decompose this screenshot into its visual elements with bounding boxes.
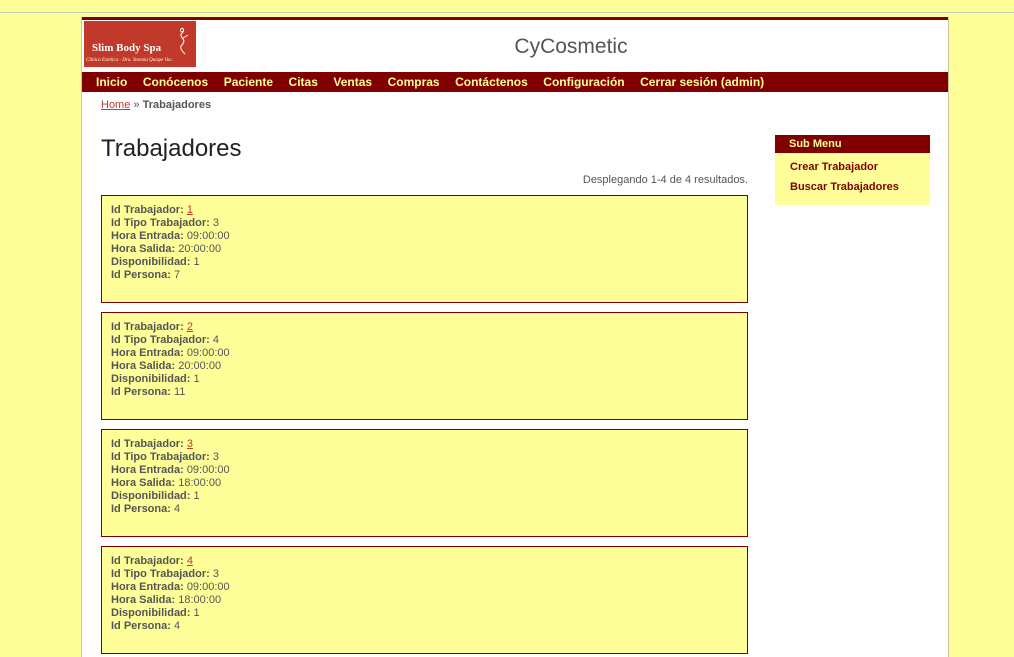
worker-card: Id Trabajador: 4 Id Tipo Trabajador: 3 H… (101, 546, 748, 654)
field-label: Hora Entrada: (111, 464, 184, 476)
search-workers-link[interactable]: Buscar Trabajadores (775, 177, 930, 197)
worker-card: Id Trabajador: 3 Id Tipo Trabajador: 3 H… (101, 429, 748, 537)
menu-item-ventas[interactable]: Ventas (333, 72, 372, 92)
menu-item-contactenos[interactable]: Contáctenos (455, 72, 528, 92)
sub-menu-title: Sub Menu (775, 135, 930, 153)
menu-item-inicio[interactable]: Inicio (96, 72, 127, 92)
field-value: 09:00:00 (186, 581, 230, 593)
menu-item-compras[interactable]: Compras (388, 72, 440, 92)
breadcrumb: Home » Trabajadores (101, 99, 211, 111)
logo-name: Slim Body Spa (92, 42, 162, 54)
woman-silhouette-icon (180, 27, 189, 55)
field-value: 18:00:00 (178, 477, 222, 489)
main-menu: Inicio Conócenos Paciente Citas Ventas C… (82, 72, 948, 92)
page-title: Trabajadores (101, 135, 242, 162)
field-value: 4 (173, 620, 181, 632)
field-value: 4 (212, 334, 219, 346)
create-worker-link[interactable]: Crear Trabajador (775, 157, 930, 177)
field-label: Hora Salida: (111, 477, 176, 489)
field-label: Id Trabajador: (111, 555, 184, 567)
field-value: 1 (193, 256, 200, 268)
field-value: 09:00:00 (186, 230, 230, 242)
worker-card: Id Trabajador: 1 Id Tipo Trabajador: 3 H… (101, 195, 748, 303)
field-label: Hora Entrada: (111, 230, 184, 242)
field-label: Id Trabajador: (111, 438, 184, 450)
menu-item-paciente[interactable]: Paciente (224, 72, 273, 92)
header-top-bar (82, 17, 948, 20)
field-value: 09:00:00 (186, 464, 230, 476)
menu-item-configuracion[interactable]: Configuración (543, 72, 624, 92)
field-value: 09:00:00 (186, 347, 230, 359)
field-value: 20:00:00 (178, 360, 222, 372)
field-value: 7 (173, 269, 181, 281)
menu-item-conocenos[interactable]: Conócenos (143, 72, 208, 92)
field-label: Disponibilidad: (111, 607, 191, 619)
worker-id-link[interactable]: 2 (187, 321, 193, 333)
field-label: Id Trabajador: (111, 204, 184, 216)
field-label: Disponibilidad: (111, 373, 191, 385)
worker-id-link[interactable]: 3 (187, 438, 193, 450)
field-label: Hora Salida: (111, 360, 176, 372)
field-value: 18:00:00 (178, 594, 222, 606)
field-label: Hora Entrada: (111, 347, 184, 359)
field-label: Id Persona: (111, 620, 171, 632)
breadcrumb-separator: » (133, 99, 140, 111)
sub-menu: Sub Menu Crear Trabajador Buscar Trabaja… (775, 135, 930, 205)
worker-id-link[interactable]: 1 (187, 204, 193, 216)
field-label: Hora Entrada: (111, 581, 184, 593)
field-value: 11 (173, 386, 186, 398)
field-value: 4 (173, 503, 181, 515)
field-value: 20:00:00 (178, 243, 222, 255)
field-label: Hora Salida: (111, 594, 176, 606)
field-label: Id Tipo Trabajador: (111, 217, 210, 229)
field-label: Disponibilidad: (111, 256, 191, 268)
top-divider (0, 12, 1014, 13)
field-label: Id Trabajador: (111, 321, 184, 333)
field-label: Hora Salida: (111, 243, 176, 255)
menu-item-logout[interactable]: Cerrar sesión (admin) (640, 72, 764, 92)
logo-subtitle: Clínica Estética - Dra. Yesenia Quispe V… (86, 58, 174, 63)
field-label: Id Tipo Trabajador: (111, 334, 210, 346)
field-label: Id Tipo Trabajador: (111, 568, 210, 580)
field-label: Id Persona: (111, 503, 171, 515)
worker-card: Id Trabajador: 2 Id Tipo Trabajador: 4 H… (101, 312, 748, 420)
field-value: 3 (212, 451, 219, 463)
spa-logo[interactable]: Slim Body Spa Clínica Estética - Dra. Ye… (84, 21, 196, 67)
field-value: 3 (212, 568, 219, 580)
field-value: 1 (193, 373, 200, 385)
field-value: 1 (193, 490, 200, 502)
breadcrumb-current: Trabajadores (142, 99, 212, 111)
field-label: Id Persona: (111, 386, 171, 398)
field-value: 3 (212, 217, 219, 229)
field-label: Id Tipo Trabajador: (111, 451, 210, 463)
site-title: CyCosmetic (514, 35, 628, 58)
field-value: 1 (193, 607, 200, 619)
menu-item-citas[interactable]: Citas (289, 72, 318, 92)
page-container: Slim Body Spa Clínica Estética - Dra. Ye… (81, 17, 949, 657)
worker-id-link[interactable]: 4 (187, 555, 193, 567)
results-summary: Desplegando 1-4 de 4 resultados. (582, 174, 748, 186)
field-label: Id Persona: (111, 269, 171, 281)
field-label: Disponibilidad: (111, 490, 191, 502)
breadcrumb-home-link[interactable]: Home (101, 99, 130, 111)
main-menu-list: Inicio Conócenos Paciente Citas Ventas C… (96, 72, 780, 92)
